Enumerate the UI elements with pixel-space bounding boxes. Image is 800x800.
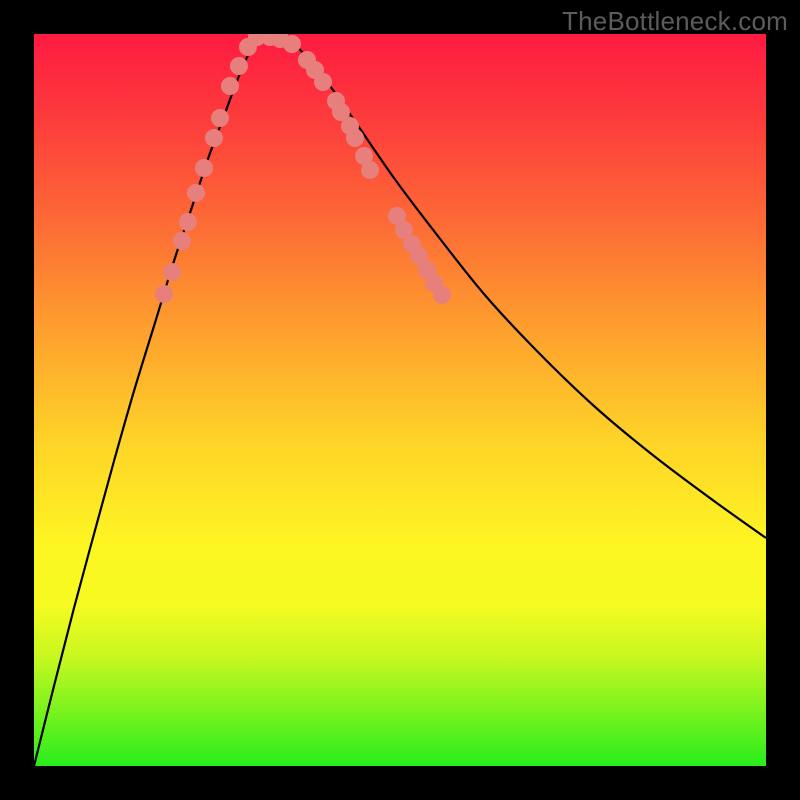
- data-markers: [155, 34, 451, 304]
- data-marker: [388, 207, 406, 225]
- data-marker: [346, 129, 364, 147]
- data-marker: [230, 57, 248, 75]
- data-marker: [271, 34, 289, 48]
- data-marker: [395, 221, 413, 239]
- data-marker: [361, 161, 379, 179]
- watermark-text: TheBottleneck.com: [562, 6, 788, 37]
- data-marker: [221, 77, 239, 95]
- data-marker: [239, 38, 257, 56]
- data-marker: [355, 147, 373, 165]
- data-marker: [211, 109, 229, 127]
- data-marker: [187, 184, 205, 202]
- data-marker: [425, 274, 443, 292]
- data-marker: [155, 285, 173, 303]
- data-marker: [248, 34, 266, 46]
- data-marker: [418, 261, 436, 279]
- data-marker: [403, 235, 421, 253]
- data-marker: [433, 286, 451, 304]
- chart-svg: [34, 34, 766, 766]
- data-marker: [341, 117, 359, 135]
- data-marker: [327, 92, 345, 110]
- data-marker: [298, 51, 316, 69]
- data-marker: [179, 213, 197, 231]
- chart-plot-area: [34, 34, 766, 766]
- data-marker: [163, 263, 181, 281]
- data-marker: [205, 129, 223, 147]
- data-marker: [314, 73, 332, 91]
- data-marker: [283, 35, 301, 53]
- data-marker: [410, 247, 428, 265]
- data-marker: [195, 159, 213, 177]
- data-marker: [261, 34, 279, 46]
- data-marker: [173, 232, 191, 250]
- data-marker: [306, 61, 324, 79]
- data-marker: [332, 103, 350, 121]
- bottleneck-curve: [34, 38, 766, 766]
